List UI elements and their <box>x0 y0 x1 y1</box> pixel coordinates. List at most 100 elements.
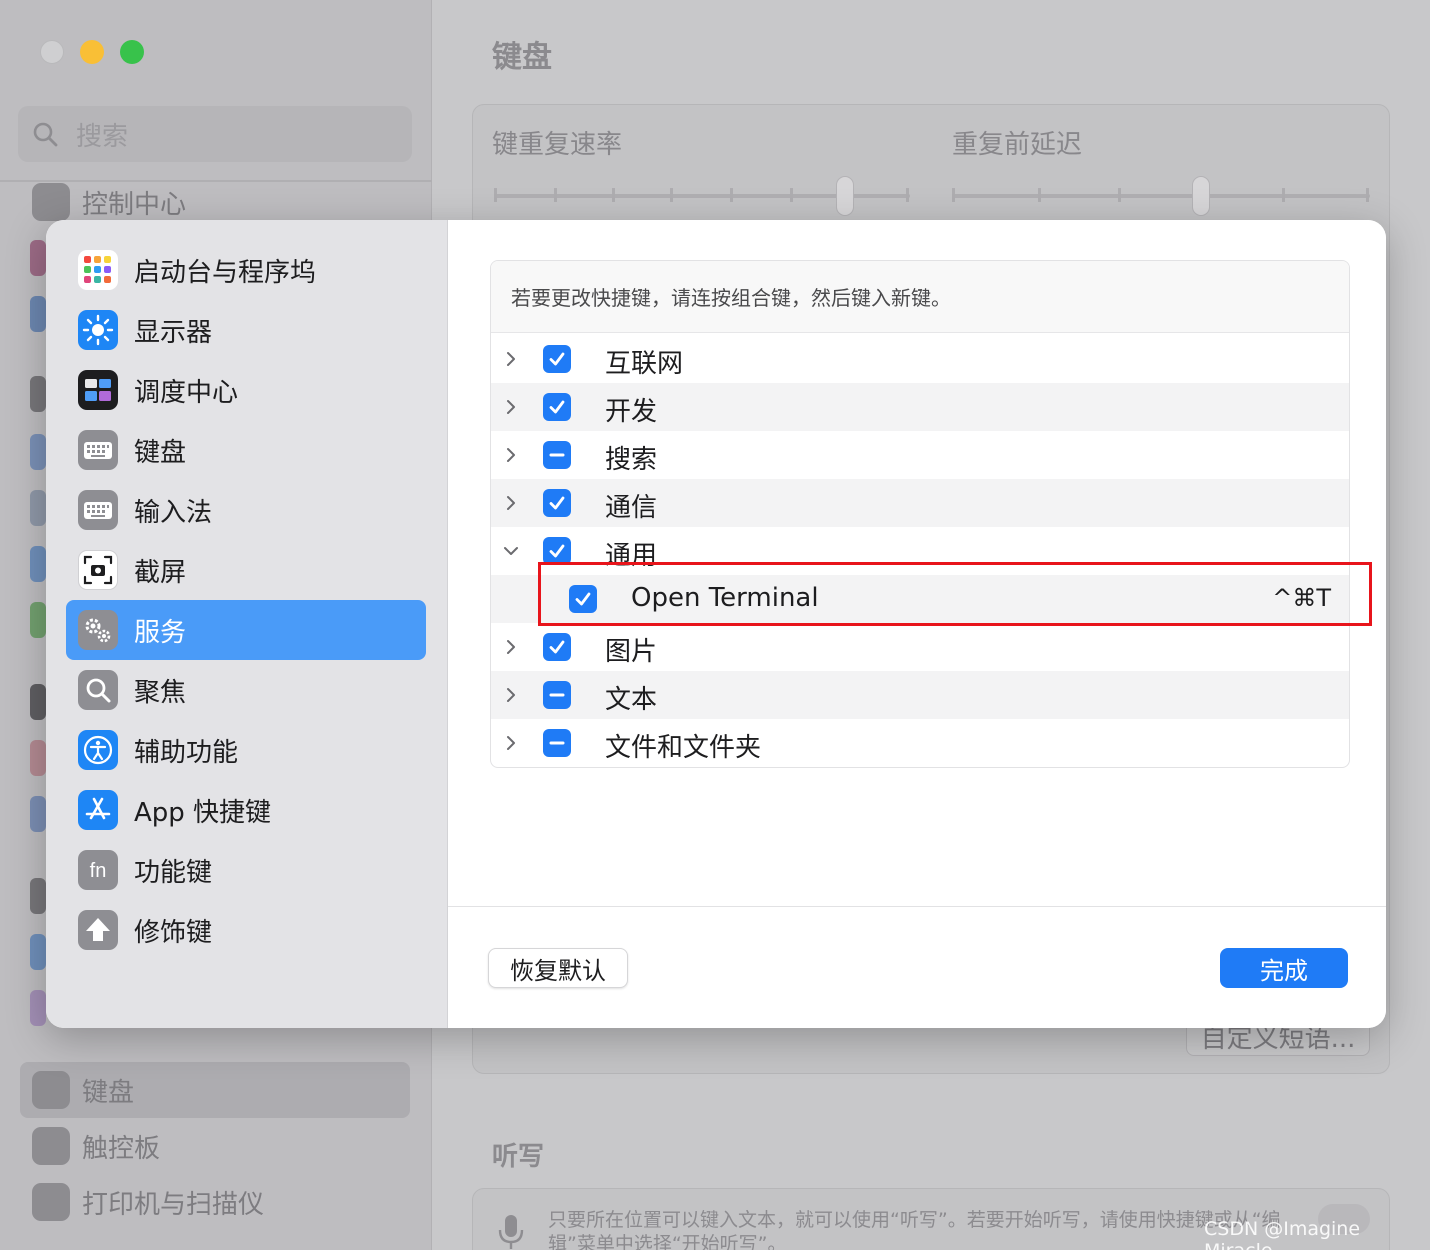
row-label: 图片 <box>605 637 658 667</box>
sidebar-item-mission-control[interactable]: 调度中心 <box>66 360 426 420</box>
key-repeat-label: 键重复速率 <box>492 130 623 160</box>
slider-tick <box>1282 188 1285 202</box>
checkbox-checked[interactable] <box>569 585 597 613</box>
services-gear-icon <box>78 610 118 650</box>
mission-control-icon <box>78 370 118 410</box>
search-field[interactable]: 搜索 <box>18 106 412 162</box>
page-title: 键盘 <box>492 40 552 75</box>
checkbox-checked[interactable] <box>543 489 571 517</box>
sidebar-item-keyboard[interactable]: 键盘 <box>20 1062 410 1118</box>
sidebar-item-input-sources[interactable]: 输入法 <box>66 480 426 540</box>
sidebar-item-services[interactable]: 服务 <box>66 600 426 660</box>
list-item-internet[interactable]: 互联网 <box>491 335 1349 383</box>
trackpad-icon <box>32 1127 70 1165</box>
sidebar-item-label: 键盘 <box>82 1077 135 1108</box>
list-item-open-terminal[interactable]: Open Terminal ^⌘T <box>491 575 1349 623</box>
microphone-icon <box>498 1215 524 1249</box>
chevron-down-icon[interactable] <box>501 541 521 561</box>
sidebar-item-spotlight[interactable]: 聚焦 <box>66 660 426 720</box>
checkbox-checked[interactable] <box>543 633 571 661</box>
shortcut-hint-text: 若要更改快捷键，请连按组合键，然后键入新键。 <box>491 261 1349 333</box>
list-item-text[interactable]: 文本 <box>491 671 1349 719</box>
chevron-right-icon[interactable] <box>501 397 521 417</box>
hidden-sidebar-icon <box>30 990 46 1026</box>
sidebar-item-label: 输入法 <box>134 497 213 528</box>
repeat-delay-slider-knob[interactable] <box>1192 176 1210 216</box>
accessibility-icon <box>78 730 118 770</box>
footer-divider <box>448 906 1386 907</box>
sidebar-item-label: 键盘 <box>134 437 187 468</box>
hidden-sidebar-icon <box>30 934 46 970</box>
sidebar-item-label: 显示器 <box>134 317 213 348</box>
checkbox-mixed[interactable] <box>543 441 571 469</box>
slider-tick <box>906 188 909 202</box>
sidebar-item-accessibility[interactable]: 辅助功能 <box>66 720 426 780</box>
row-label: 通信 <box>605 493 658 523</box>
slider-tick <box>670 188 673 202</box>
sidebar-item-screenshots[interactable]: 截屏 <box>66 540 426 600</box>
keyboard-icon <box>78 430 118 470</box>
sidebar-item-label: 功能键 <box>134 857 213 888</box>
chevron-right-icon[interactable] <box>501 349 521 369</box>
maximize-window-button[interactable] <box>120 40 144 64</box>
chevron-right-icon[interactable] <box>501 637 521 657</box>
list-item-messaging[interactable]: 通信 <box>491 479 1349 527</box>
list-item-pictures[interactable]: 图片 <box>491 623 1349 671</box>
checkbox-checked[interactable] <box>543 537 571 565</box>
hidden-sidebar-icon <box>30 434 46 470</box>
list-item-search[interactable]: 搜索 <box>491 431 1349 479</box>
chevron-right-icon[interactable] <box>501 445 521 465</box>
hidden-sidebar-icon <box>30 740 46 776</box>
key-repeat-slider-knob[interactable] <box>836 176 854 216</box>
sidebar-item-displays[interactable]: 显示器 <box>66 300 426 360</box>
sidebar-item-label: 触控板 <box>82 1133 161 1164</box>
dictation-section-title: 听写 <box>492 1142 545 1172</box>
sidebar-item-label: App 快捷键 <box>134 797 272 828</box>
slider-tick <box>730 188 733 202</box>
restore-defaults-label: 恢复默认 <box>510 956 606 985</box>
chevron-right-icon[interactable] <box>501 733 521 753</box>
svg-text:fn: fn <box>90 860 107 882</box>
sidebar-item-keyboard[interactable]: 键盘 <box>66 420 426 480</box>
chevron-right-icon[interactable] <box>501 685 521 705</box>
keyboard-shortcuts-sheet: 启动台与程序坞 显示器 调度中心 键盘 输入法 截屏 服务 聚焦 辅助功能 Ap… <box>46 220 1386 1028</box>
sidebar-item-printers[interactable]: 打印机与扫描仪 <box>20 1174 410 1230</box>
shortcut-keys[interactable]: ^⌘T <box>1272 584 1331 612</box>
chevron-right-icon[interactable] <box>501 493 521 513</box>
sidebar-item-trackpad[interactable]: 触控板 <box>20 1118 410 1174</box>
checkbox-mixed[interactable] <box>543 681 571 709</box>
list-item-general[interactable]: 通用 <box>491 527 1349 575</box>
repeat-delay-slider[interactable] <box>952 194 1370 198</box>
input-method-icon <box>78 490 118 530</box>
sidebar-item-launchpad-dock[interactable]: 启动台与程序坞 <box>66 240 426 300</box>
sidebar-item-modifier-keys[interactable]: 修饰键 <box>66 900 426 960</box>
checkbox-checked[interactable] <box>543 345 571 373</box>
done-button[interactable]: 完成 <box>1220 948 1348 988</box>
sidebar-item-label: 调度中心 <box>134 377 239 408</box>
row-label: 文本 <box>605 685 658 715</box>
row-label: 通用 <box>605 541 658 571</box>
display-brightness-icon <box>78 310 118 350</box>
control-center-icon <box>32 183 70 221</box>
sidebar-item-app-shortcuts[interactable]: App 快捷键 <box>66 780 426 840</box>
restore-defaults-button[interactable]: 恢复默认 <box>488 948 628 988</box>
launchpad-icon <box>78 250 118 290</box>
repeat-delay-label: 重复前延迟 <box>952 130 1083 160</box>
list-item-files-folders[interactable]: 文件和文件夹 <box>491 719 1349 767</box>
screenshot-icon <box>78 550 118 590</box>
hidden-sidebar-icon <box>30 684 46 720</box>
search-icon <box>33 122 58 147</box>
spotlight-icon <box>78 670 118 710</box>
minimize-window-button[interactable] <box>80 40 104 64</box>
sidebar-item-function-keys[interactable]: fn 功能键 <box>66 840 426 900</box>
hidden-sidebar-icon <box>30 376 46 412</box>
hidden-sidebar-icon <box>30 296 46 332</box>
slider-tick <box>1038 188 1041 202</box>
close-window-button[interactable] <box>40 40 64 64</box>
list-item-development[interactable]: 开发 <box>491 383 1349 431</box>
sidebar-item-label: 启动台与程序坞 <box>134 257 317 288</box>
shortcuts-sidebar: 启动台与程序坞 显示器 调度中心 键盘 输入法 截屏 服务 聚焦 辅助功能 Ap… <box>46 220 448 1028</box>
checkbox-mixed[interactable] <box>543 729 571 757</box>
row-label: Open Terminal <box>631 583 819 613</box>
checkbox-checked[interactable] <box>543 393 571 421</box>
